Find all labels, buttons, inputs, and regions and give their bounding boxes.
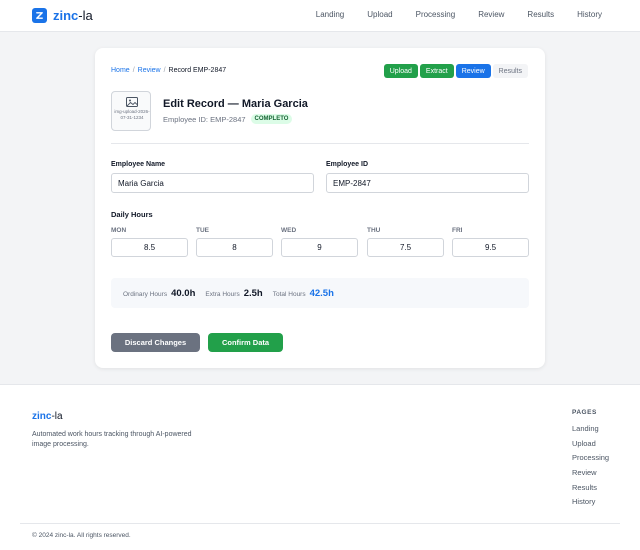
workflow-steps: Upload Extract Review Results (383, 64, 528, 78)
footer-description: Automated work hours tracking through AI… (32, 431, 192, 448)
footer-link-history[interactable]: History (572, 497, 609, 512)
footer-link-upload[interactable]: Upload (572, 439, 609, 454)
ordinary-hours-label: Ordinary Hours (123, 290, 168, 298)
breadcrumb-review[interactable]: Review (138, 67, 161, 74)
nav-link-upload[interactable]: Upload (367, 10, 392, 19)
image-thumbnail[interactable]: img-upload-2026-07-31-1234 (111, 91, 151, 131)
nav-link-review[interactable]: Review (478, 10, 504, 19)
hours-input-fri[interactable]: 9.5 (452, 238, 529, 257)
breadcrumb-separator: / (132, 67, 135, 74)
employee-id-label: Employee ID (326, 161, 369, 168)
page-title: Edit Record — Maria Garcia (163, 98, 308, 110)
nav-links: Landing Upload Processing Review Results… (293, 10, 602, 19)
edit-record-card: Home / Review / Record EMP-2847 Upload Extra… (95, 48, 545, 368)
logo-icon (32, 8, 47, 23)
hours-input-mon[interactable]: 8.5 (111, 238, 188, 257)
nav-link-landing[interactable]: Landing (316, 10, 344, 19)
brand-name: zinc-la (53, 8, 93, 23)
nav-link-history[interactable]: History (577, 10, 602, 19)
step-upload[interactable]: Upload (383, 64, 418, 78)
hours-input-wed[interactable]: 9 (281, 238, 358, 257)
employee-id-text: Employee ID: EMP-2847 (163, 114, 246, 124)
hours-input-thu[interactable]: 7.5 (367, 238, 444, 257)
ordinary-hours: Ordinary Hours 40.0h (123, 288, 195, 299)
day-label-fri: FRI (452, 227, 463, 234)
footer: zinc-la Automated work hours tracking th… (0, 384, 640, 550)
divider (111, 143, 529, 144)
nav-link-processing[interactable]: Processing (416, 10, 456, 19)
total-hours-label: Total Hours (272, 290, 306, 298)
nav-link-results[interactable]: Results (527, 10, 554, 19)
breadcrumb-separator: / (163, 67, 166, 74)
extra-hours-value: 2.5h (243, 287, 263, 299)
day-label-wed: WED (281, 227, 297, 234)
brand[interactable]: zinc-la (32, 8, 93, 23)
breadcrumb: Home / Review / Record EMP-2847 (111, 67, 226, 74)
thumbnail-filename: img-upload-2026-07-31-1234 (114, 109, 150, 120)
extra-hours: Extra Hours 2.5h (205, 288, 262, 299)
confirm-data-button[interactable]: Confirm Data (208, 333, 283, 352)
breadcrumb-current: Record EMP-2847 (168, 67, 227, 74)
step-review[interactable]: Review (455, 64, 491, 78)
footer-pages-title: PAGES (572, 409, 597, 416)
copyright: © 2024 zinc-la. All rights reserved. (32, 532, 131, 539)
footer-link-processing[interactable]: Processing (572, 453, 609, 468)
day-label-tue: TUE (196, 227, 209, 234)
breadcrumb-home[interactable]: Home (111, 67, 130, 74)
footer-link-review[interactable]: Review (572, 468, 609, 483)
employee-id-input[interactable]: EMP-2847 (326, 173, 529, 193)
footer-links: Landing Upload Processing Review Results… (572, 424, 609, 512)
day-label-mon: MON (111, 227, 127, 234)
total-hours-value: 42.5h (309, 287, 334, 299)
footer-link-results[interactable]: Results (572, 483, 609, 498)
step-results[interactable]: Results (492, 64, 528, 78)
day-label-thu: THU (367, 227, 381, 234)
employee-id-line: Employee ID: EMP-2847 COMPLETO (163, 114, 293, 124)
image-icon (126, 97, 138, 107)
footer-brand[interactable]: zinc-la (32, 411, 63, 422)
status-badge: COMPLETO (250, 114, 293, 124)
footer-link-landing[interactable]: Landing (572, 424, 609, 439)
hours-summary: Ordinary Hours 40.0h Extra Hours 2.5h To… (111, 278, 529, 308)
footer-divider (20, 523, 620, 524)
discard-changes-button[interactable]: Discard Changes (111, 333, 200, 352)
total-hours: Total Hours 42.5h (273, 288, 334, 299)
top-navbar: zinc-la Landing Upload Processing Review… (0, 0, 640, 32)
employee-name-input[interactable]: Maria Garcia (111, 173, 314, 193)
daily-hours-label: Daily Hours (111, 210, 153, 219)
ordinary-hours-value: 40.0h (171, 287, 196, 299)
hours-input-tue[interactable]: 8 (196, 238, 273, 257)
step-extract[interactable]: Extract (419, 64, 454, 78)
employee-name-label: Employee Name (111, 161, 166, 168)
extra-hours-label: Extra Hours (205, 290, 240, 298)
